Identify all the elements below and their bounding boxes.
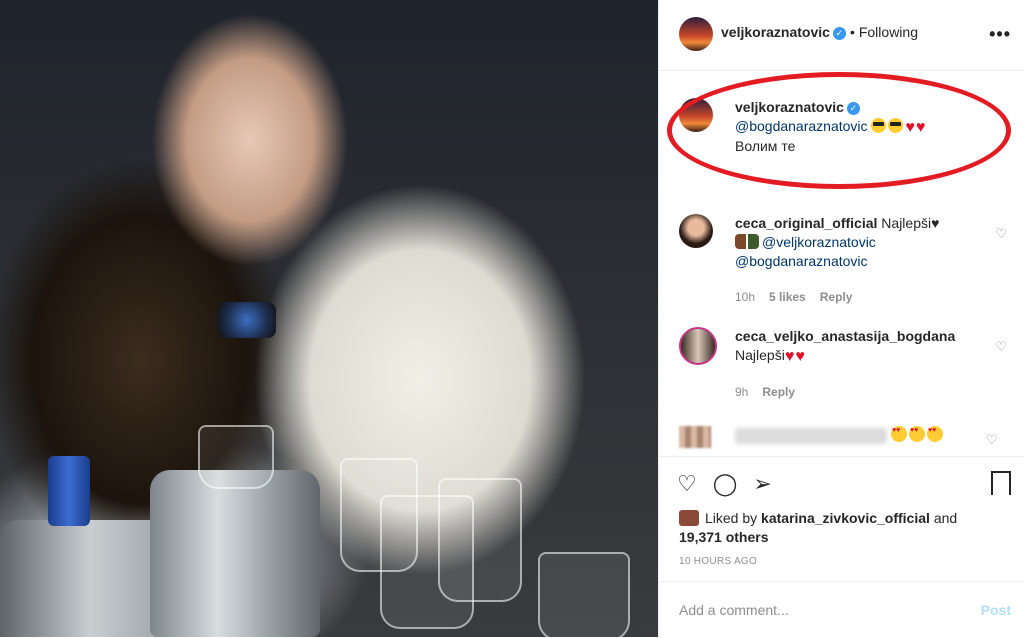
comment-mention[interactable]: @veljkoraznatovic — [762, 234, 876, 250]
comment-item: ceca_veljko_anastasija_bogdana Najlepši♥… — [679, 327, 1007, 403]
comment-body: Najlepši — [881, 215, 932, 231]
author-avatar[interactable] — [679, 17, 713, 51]
comment-body: Najlepši — [735, 347, 785, 363]
drink-can — [48, 456, 90, 526]
comment-meta: 10h 5 likes Reply — [735, 288, 866, 307]
following-button[interactable]: Following — [859, 24, 918, 40]
liker-avatar — [679, 510, 699, 526]
ice-bucket — [150, 470, 320, 637]
liker-username[interactable]: katarina_zivkovic_official — [761, 510, 930, 526]
comment-mention[interactable]: @bogdanaraznatovic — [735, 253, 868, 269]
wine-glass — [198, 425, 274, 489]
verified-badge-icon: ✓ — [832, 26, 846, 40]
blurred-username — [735, 428, 887, 444]
likes-prefix: Liked by — [705, 510, 758, 526]
share-icon[interactable]: ➢ — [753, 471, 771, 497]
more-options-icon[interactable]: ••• — [989, 24, 1011, 45]
heart-eyes-emoji-icon — [891, 426, 907, 442]
post-timestamp[interactable]: 10 HOURS AGO — [679, 556, 757, 567]
comment-text: ceca_veljko_anastasija_bogdana Najlepši♥… — [735, 327, 985, 366]
comment-meta: 9h Reply — [735, 383, 809, 402]
wine-glass — [438, 478, 522, 602]
highlight-ring — [667, 72, 1011, 189]
post-photo[interactable] — [0, 0, 658, 637]
instagram-post-view: veljkoraznatovic ✓ • Following ••• veljkora… — [0, 0, 1024, 637]
add-comment-input[interactable]: Add a comment... — [679, 602, 789, 618]
like-icon[interactable]: ♡ — [677, 471, 697, 497]
reply-button[interactable]: Reply — [762, 385, 795, 399]
comment-icon[interactable]: ◯ — [713, 471, 738, 497]
black-heart-emoji-icon: ♥ — [931, 215, 940, 231]
likes-and: and — [933, 510, 958, 526]
comment-like-icon[interactable]: ♡ — [995, 224, 1007, 243]
comment-time: 10h — [735, 290, 756, 304]
comment-avatar[interactable] — [679, 214, 713, 248]
header-user: veljkoraznatovic ✓ • Following — [721, 24, 918, 40]
post-button[interactable]: Post — [981, 602, 1011, 618]
reply-button[interactable]: Reply — [820, 290, 853, 304]
red-heart-emoji-icon: ♥ — [784, 348, 795, 365]
author-username[interactable]: veljkoraznatovic — [721, 24, 830, 40]
water-glass — [538, 552, 630, 637]
heart-eyes-emoji-icon — [927, 426, 943, 442]
action-icons: ♡ ◯ ➢ — [677, 471, 788, 497]
comment-username[interactable]: ceca_original_official — [735, 215, 877, 231]
comment-text: ceca_original_official Najlepši♥ @veljko… — [735, 214, 985, 271]
heart-eyes-emoji-icon — [909, 426, 925, 442]
post-header: veljkoraznatovic ✓ • Following ••• — [659, 0, 1024, 71]
couple-emoji-icon — [735, 234, 759, 249]
comment-emojis — [891, 426, 945, 445]
comment-time: 9h — [735, 385, 749, 399]
comment-item: ceca_original_official Najlepši♥ @veljko… — [679, 214, 1007, 307]
wrist-watch — [218, 302, 276, 338]
action-bar: ♡ ◯ ➢ Liked by katarina_zivkovic_official … — [659, 456, 1024, 547]
blurred-avatar — [679, 426, 711, 448]
comment-username[interactable]: ceca_veljko_anastasija_bogdana — [735, 328, 955, 344]
likes-others[interactable]: 19,371 others — [679, 529, 769, 545]
add-comment-bar: Add a comment... Post — [659, 581, 1024, 638]
comment-likes[interactable]: 5 likes — [769, 290, 806, 304]
likes-summary: Liked by katarina_zivkovic_official and … — [679, 509, 1009, 547]
bookmark-icon[interactable] — [991, 471, 1011, 495]
comment-like-icon[interactable]: ♡ — [986, 432, 998, 448]
comment-avatar[interactable] — [679, 327, 717, 365]
red-heart-emoji-icon: ♥ — [795, 348, 805, 365]
separator-dot: • — [849, 24, 855, 40]
comment-like-icon[interactable]: ♡ — [995, 337, 1007, 356]
